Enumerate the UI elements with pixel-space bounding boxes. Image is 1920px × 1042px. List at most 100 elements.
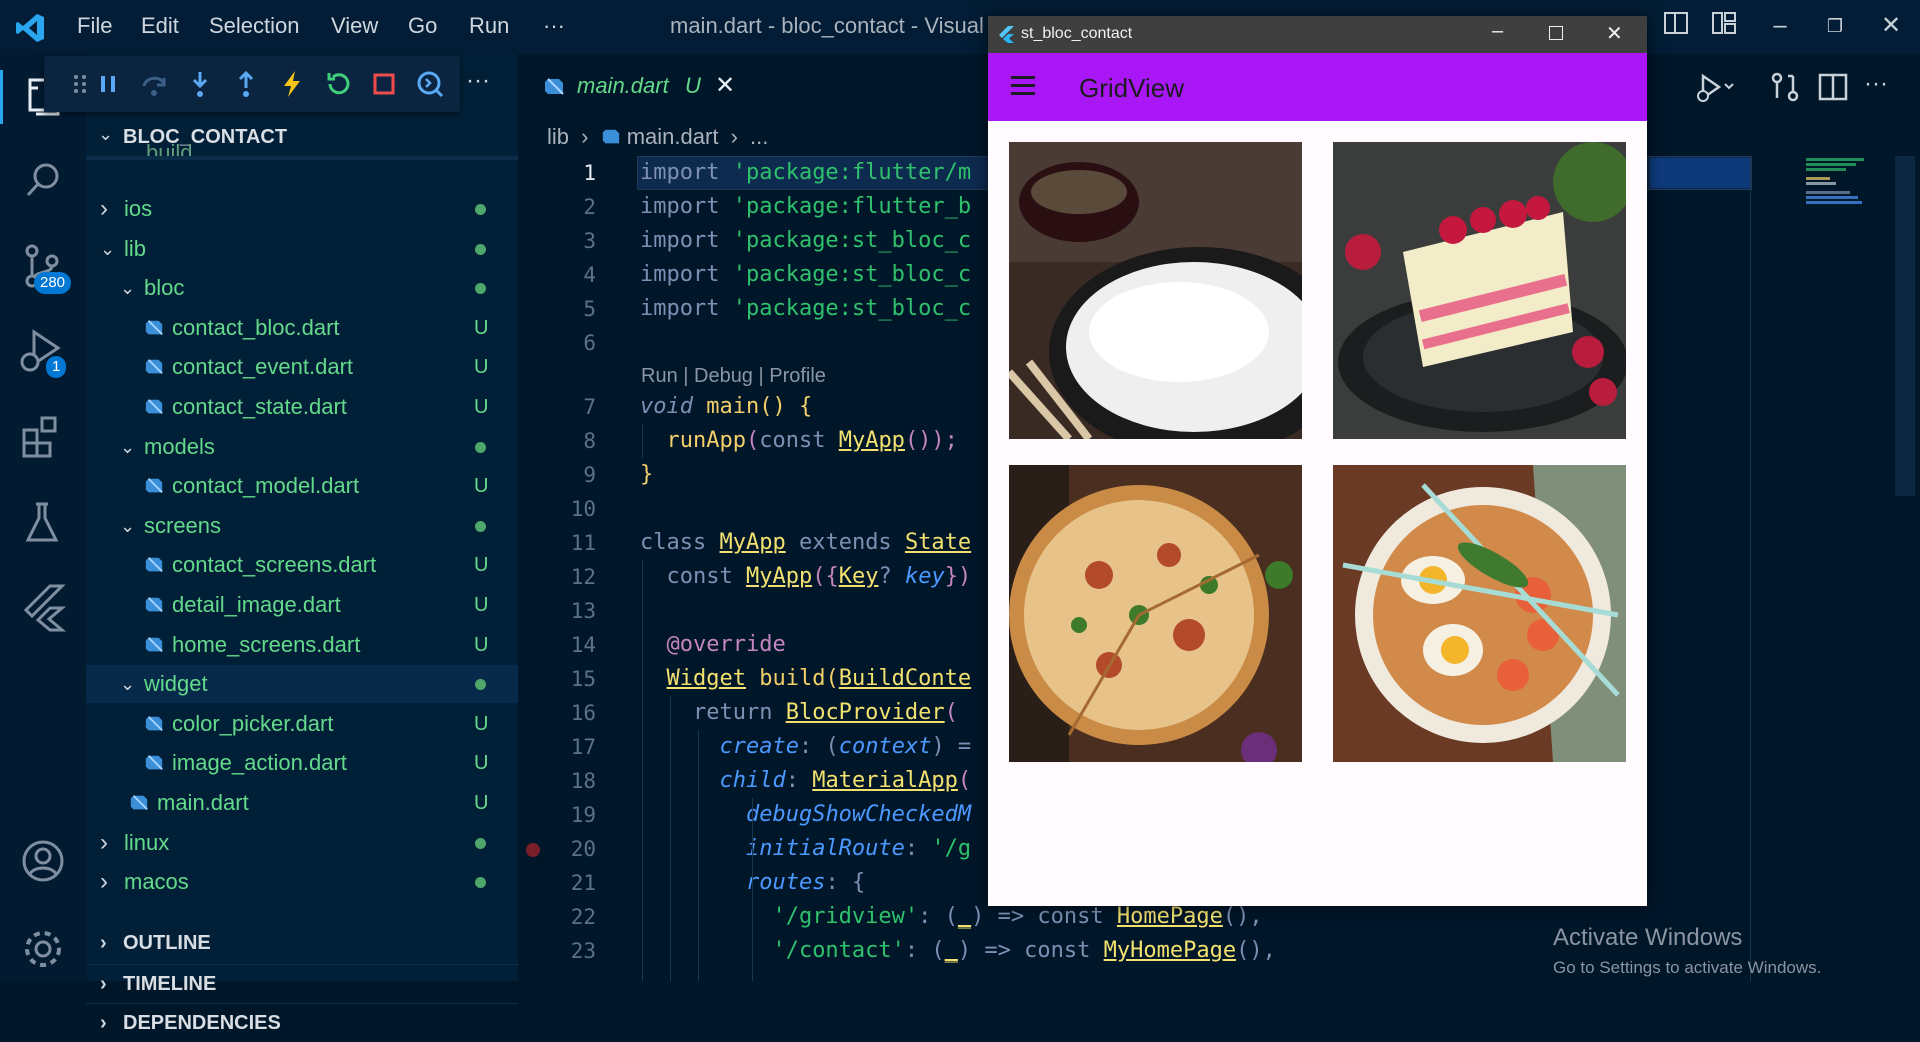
menu-go[interactable]: Go xyxy=(408,13,437,39)
code-line-5: import 'package:st_bloc_c xyxy=(640,296,972,321)
tree-item-contact-screens-dart[interactable]: contact_screens.dart U xyxy=(86,546,518,584)
chevron-right-icon: › xyxy=(100,973,107,995)
code-line-11: class MyApp extends State xyxy=(640,530,972,555)
minimap-divider xyxy=(1750,156,1751,981)
menu-edit[interactable]: Edit xyxy=(141,13,179,39)
code-line-23: '/contact': (_) => const MyHomePage(), xyxy=(772,938,1276,963)
restore-icon[interactable]: ❐ xyxy=(1820,10,1850,42)
step-over-icon[interactable] xyxy=(138,68,170,100)
modified-dot-icon xyxy=(475,283,486,295)
menu-view[interactable]: View xyxy=(331,13,378,39)
step-into-icon[interactable] xyxy=(184,68,216,100)
tree-item-image-action-dart[interactable]: image_action.dart U xyxy=(86,744,518,782)
tree-item-bloc[interactable]: ⌄ bloc xyxy=(86,269,518,307)
tab-status: U xyxy=(685,73,701,98)
tree-item-lib[interactable]: ⌄ lib xyxy=(86,230,518,268)
editor-tab-main-dart[interactable]: main.dart U ✕ xyxy=(535,63,735,109)
customize-layout-icon[interactable] xyxy=(1709,10,1739,42)
tree-item-widget[interactable]: ⌄ widget xyxy=(86,665,518,704)
breadcrumb-lib[interactable]: lib xyxy=(547,124,569,149)
restart-icon[interactable] xyxy=(322,68,354,100)
selection-highlight xyxy=(1650,158,1750,188)
split-editor-icon[interactable] xyxy=(1816,70,1850,104)
tree-item-home-screens-dart[interactable]: home_screens.dart U xyxy=(86,626,518,664)
app-window-titlebar[interactable]: st_bloc_contact – ✕ xyxy=(988,16,1647,53)
modified-dot-icon xyxy=(475,243,486,255)
minimize-icon[interactable]: – xyxy=(1765,10,1795,42)
tree-item-linux[interactable]: › linux xyxy=(86,824,518,862)
app-minimize-icon[interactable]: – xyxy=(1492,20,1503,43)
scm-badge: 280 xyxy=(34,272,72,294)
accounts-icon[interactable] xyxy=(16,834,70,888)
extensions-icon[interactable] xyxy=(16,410,70,464)
tree-item-color-picker-dart[interactable]: color_picker.dart U xyxy=(86,705,518,743)
ramen-image[interactable] xyxy=(1333,465,1626,762)
run-debug-dropdown-icon[interactable] xyxy=(1695,70,1735,104)
explorer-sidebar: ⌄ BLOC_CONTACT build › ios ⌄ lib ⌄ bloc contac… xyxy=(86,54,518,1034)
tab-close-icon[interactable]: ✕ xyxy=(715,71,735,100)
tree-item-contact-event-dart[interactable]: contact_event.dart U xyxy=(86,348,518,386)
tree-item-models[interactable]: ⌄ models xyxy=(86,428,518,466)
tree-item-screens[interactable]: ⌄ screens xyxy=(86,507,518,545)
tree-item-contact-state-dart[interactable]: contact_state.dart U xyxy=(86,388,518,426)
rice-bowl-image[interactable] xyxy=(1009,142,1302,439)
toggle-panel-icon[interactable] xyxy=(1661,10,1691,42)
editor-more-actions-icon[interactable]: ··· xyxy=(1864,70,1888,98)
tree-item-detail-image-dart[interactable]: detail_image.dart U xyxy=(86,586,518,624)
indent-guide xyxy=(698,730,699,981)
modified-dot-icon xyxy=(475,877,486,889)
tree-item-main-dart[interactable]: main.dart U xyxy=(86,784,518,822)
pizza-image[interactable] xyxy=(1009,465,1302,762)
menu-run[interactable]: Run xyxy=(469,13,509,39)
line-number: 18 xyxy=(570,769,596,793)
minimap[interactable] xyxy=(1806,158,1866,218)
tree-item-contact-model-dart[interactable]: contact_model.dart U xyxy=(86,467,518,505)
section-outline[interactable]: › OUTLINE xyxy=(86,924,518,962)
section-dependencies[interactable]: › DEPENDENCIES xyxy=(86,1003,518,1036)
breakpoint-icon[interactable] xyxy=(526,843,540,857)
more-actions-icon[interactable]: ··· xyxy=(462,68,494,100)
pause-icon[interactable] xyxy=(92,68,124,100)
codelens-run-debug-profile[interactable]: Run | Debug | Profile xyxy=(641,365,826,388)
breadcrumb-symbol[interactable]: ... xyxy=(750,124,768,149)
step-out-icon[interactable] xyxy=(230,68,262,100)
header-shadow xyxy=(86,156,518,160)
tree-item-macos[interactable]: › macos xyxy=(86,863,518,901)
settings-gear-icon[interactable] xyxy=(16,922,70,976)
dart-file-icon xyxy=(145,478,163,494)
line-number: 10 xyxy=(570,497,596,521)
menu-selection[interactable]: Selection xyxy=(209,13,300,39)
raspberry-cake-image[interactable] xyxy=(1333,142,1626,439)
section-timeline[interactable]: › TIMELINE xyxy=(86,964,518,1003)
search-icon[interactable] xyxy=(16,154,70,208)
code-line-15: Widget build(BuildConte xyxy=(666,666,972,691)
close-icon[interactable]: ✕ xyxy=(1876,10,1906,42)
untracked-status: U xyxy=(474,633,489,656)
app-maximize-icon[interactable] xyxy=(1549,26,1563,40)
flutter-icon[interactable] xyxy=(16,580,70,634)
testing-icon[interactable] xyxy=(16,496,70,550)
flutter-app-window: st_bloc_contact – ✕ GridView xyxy=(988,16,1647,906)
chevron-down-icon: ⌄ xyxy=(120,436,136,457)
hot-reload-icon[interactable] xyxy=(276,68,308,100)
menu-hamburger-icon[interactable] xyxy=(1011,76,1035,96)
tree-item-label: contact_bloc.dart xyxy=(172,314,340,340)
chevron-right-icon: › xyxy=(100,868,108,896)
tree-item-contact-bloc-dart[interactable]: contact_bloc.dart U xyxy=(86,309,518,347)
breadcrumb-file[interactable]: main.dart xyxy=(627,124,719,149)
app-window-title: st_bloc_contact xyxy=(1021,25,1133,42)
tree-item-build[interactable]: build xyxy=(146,142,192,156)
stop-icon[interactable] xyxy=(368,68,400,100)
app-close-icon[interactable]: ✕ xyxy=(1606,21,1623,46)
compare-changes-icon[interactable] xyxy=(1768,70,1802,104)
activate-windows-subtitle: Go to Settings to activate Windows. xyxy=(1553,958,1822,977)
menu-file[interactable]: File xyxy=(77,13,112,39)
devtools-search-icon[interactable] xyxy=(414,68,446,100)
scrollbar-thumb[interactable] xyxy=(1895,156,1915,496)
tree-item-ios[interactable]: › ios xyxy=(86,190,518,228)
tree-item-label: contact_state.dart xyxy=(172,394,347,419)
code-line-9: } xyxy=(640,462,654,487)
menu-more[interactable]: ··· xyxy=(543,13,565,39)
chevron-down-icon: ⌄ xyxy=(98,124,114,144)
tree-item-label: main.dart xyxy=(157,790,249,815)
